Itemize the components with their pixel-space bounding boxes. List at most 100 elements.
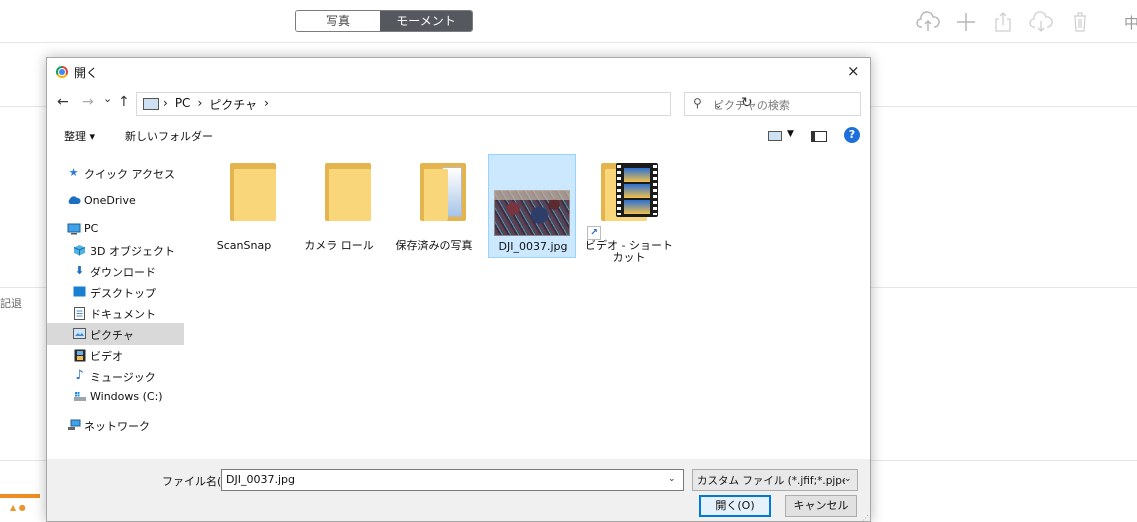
network-icon [67, 419, 81, 430]
filename-value: DJI_0037.jpg [226, 473, 295, 486]
chrome-icon [56, 66, 68, 78]
navigation-bar: ← → ⌄ ↑ › PC › ピクチャ › ⌄ ↻ ⚲ ピクチャの検索 [47, 88, 870, 118]
pc-icon [67, 223, 81, 235]
breadcrumb-separator[interactable]: › [197, 96, 202, 113]
sidebar-item-windows-c[interactable]: Windows (C:) [47, 386, 184, 408]
command-bar: 整理 ▾ 新しいフォルダー ▼ ? [47, 122, 870, 148]
music-icon: ♪ [75, 368, 84, 383]
sidebar-item-label: ミュージック [90, 371, 156, 384]
chevron-down-icon: ⌄ [844, 474, 852, 484]
file-list: ScanSnap カメラ ロール 保存済みの写真 DJI_0037.jpg ↗ … [187, 152, 869, 455]
breadcrumb-pc[interactable]: PC [175, 96, 191, 113]
sidebar-item-network[interactable]: ネットワーク [47, 414, 184, 436]
shortcut-arrow-icon: ↗ [587, 226, 601, 240]
sidebar-item-pictures[interactable]: ピクチャ [47, 323, 184, 345]
sidebar-item-label: ドキュメント [90, 308, 156, 321]
video-icon [73, 349, 86, 362]
progress-bar [0, 494, 40, 498]
up-arrow-icon[interactable]: ↑ [118, 94, 130, 110]
sidebar-item-onedrive[interactable]: OneDrive [47, 190, 184, 212]
sidebar-item-music[interactable]: ♪ ミュージック [47, 365, 184, 387]
star-icon: ★ [68, 166, 79, 179]
pictures-folder-icon [143, 98, 159, 110]
filename-dropdown-icon[interactable]: ⌄ [668, 474, 676, 484]
search-input[interactable]: ピクチャの検索 [713, 97, 790, 113]
segment-moments[interactable]: モーメント [380, 11, 472, 31]
cancel-button[interactable]: キャンセル [785, 495, 857, 517]
upload-cloud-icon[interactable] [915, 9, 941, 35]
sidebar-item-label: デスクトップ [90, 287, 156, 300]
decorative-dots: ▲ ● [10, 503, 26, 512]
divider [0, 42, 1137, 43]
sidebar-item-3d-objects[interactable]: 3D オブジェクト [47, 239, 184, 261]
trash-icon[interactable] [1067, 9, 1093, 35]
change-view-icon[interactable] [768, 131, 782, 141]
sidebar-item-label: ビデオ [90, 350, 123, 363]
partial-text: 記退 [0, 297, 22, 310]
search-box[interactable]: ⚲ ピクチャの検索 [684, 92, 861, 116]
download-cloud-icon[interactable] [1028, 9, 1054, 35]
file-name: カメラ ロール [304, 239, 374, 252]
sidebar-item-label: ダウンロード [90, 266, 156, 279]
film-icon [616, 163, 658, 217]
pictures-icon [73, 328, 86, 339]
view-options-chevron-icon[interactable]: ▼ [787, 129, 794, 139]
file-name: ビデオ - ショートカット [585, 239, 673, 264]
desktop-icon [73, 286, 86, 297]
file-item-videos-shortcut[interactable]: ↗ ビデオ - ショートカット [583, 156, 675, 264]
back-arrow-icon[interactable]: ← [57, 94, 69, 110]
sidebar-item-pc[interactable]: PC [47, 218, 184, 240]
file-item-scansnap[interactable]: ScanSnap [202, 156, 286, 258]
sidebar-item-downloads[interactable]: ⬇ ダウンロード [47, 260, 184, 282]
forward-arrow-icon[interactable]: → [82, 94, 94, 110]
sidebar-item-documents[interactable]: ドキュメント [47, 302, 184, 324]
filename-input[interactable]: DJI_0037.jpg ⌄ [221, 469, 684, 491]
close-button[interactable]: × [847, 62, 860, 80]
sidebar-item-label: OneDrive [84, 194, 136, 207]
cube-icon [73, 244, 86, 256]
breadcrumb: › PC › ピクチャ › [163, 96, 269, 113]
view-segmented-control: 写真 モーメント [295, 10, 473, 32]
search-icon: ⚲ [693, 96, 702, 110]
sidebar-item-label: 3D オブジェクト [90, 245, 175, 258]
sidebar-item-label: クイック アクセス [84, 168, 175, 181]
segment-photos[interactable]: 写真 [296, 11, 380, 31]
folder-icon [230, 163, 276, 221]
dialog-title-bar: 開く × [47, 58, 870, 86]
filetype-select[interactable]: カスタム ファイル (*.jfif;*.pjpeg;*.jp ⌄ [692, 469, 858, 491]
dialog-title: 開く [74, 66, 99, 80]
breadcrumb-separator[interactable]: › [264, 96, 269, 113]
folder-with-file-icon [420, 163, 466, 221]
resize-grip-icon[interactable]: ⋰ [862, 514, 869, 521]
folder-icon [325, 163, 371, 221]
help-icon[interactable]: ? [844, 127, 860, 143]
sidebar-item-label: PC [84, 222, 99, 235]
preview-pane-icon[interactable] [811, 131, 827, 142]
open-button[interactable]: 開く(O) [699, 495, 771, 517]
file-name: 保存済みの写真 [395, 239, 473, 252]
sidebar-item-label: ネットワーク [84, 420, 150, 433]
breadcrumb-pictures[interactable]: ピクチャ [209, 96, 257, 113]
cloud-icon [67, 195, 81, 206]
navigation-pane: ★ クイック アクセス OneDrive PC 3D オブジェクト ⬇ ダウンロ… [47, 152, 184, 455]
sidebar-item-desktop[interactable]: デスクトップ [47, 281, 184, 303]
address-bar[interactable]: › PC › ピクチャ › ⌄ ↻ [136, 92, 753, 116]
file-name: DJI_0037.jpg [498, 240, 568, 253]
file-item-camera-roll[interactable]: カメラ ロール [297, 156, 381, 258]
dialog-footer: ファイル名(N): DJI_0037.jpg ⌄ カスタム ファイル (*.jf… [47, 459, 870, 521]
file-name: ScanSnap [216, 239, 272, 252]
file-item-saved-pictures[interactable]: 保存済みの写真 [392, 156, 476, 258]
sidebar-item-videos[interactable]: ビデオ [47, 344, 184, 366]
share-icon[interactable] [990, 9, 1016, 35]
download-arrow-icon: ⬇ [74, 264, 85, 277]
sidebar-item-quick-access[interactable]: ★ クイック アクセス [47, 162, 184, 184]
sidebar-item-label: ピクチャ [90, 329, 134, 342]
file-item-dji-0037[interactable]: DJI_0037.jpg [488, 154, 576, 258]
partial-label: 中 [1124, 14, 1137, 32]
plus-icon[interactable] [953, 9, 979, 35]
recent-locations-chevron-icon[interactable]: ⌄ [103, 92, 112, 105]
organize-button[interactable]: 整理 ▾ [64, 128, 95, 144]
new-folder-button[interactable]: 新しいフォルダー [125, 128, 213, 144]
drive-icon [73, 391, 86, 402]
breadcrumb-separator[interactable]: › [163, 96, 168, 113]
